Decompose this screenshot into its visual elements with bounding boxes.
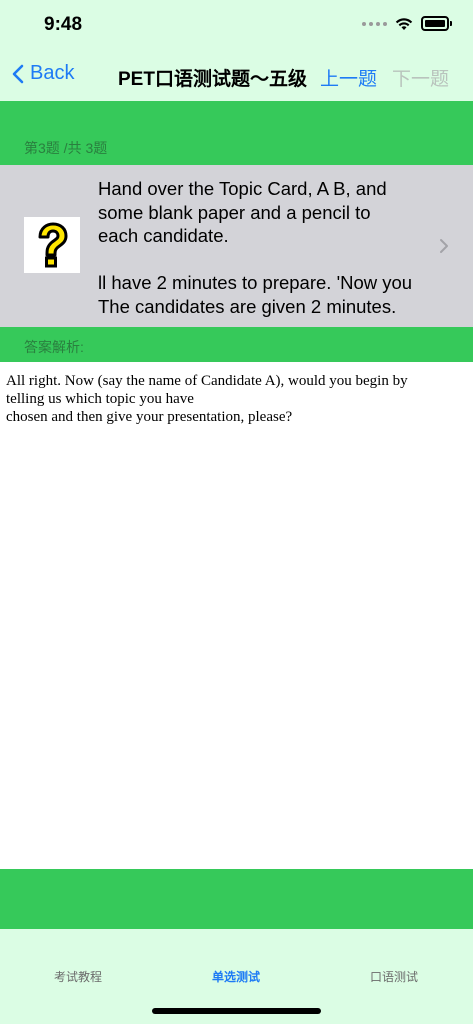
navigation-header: 9:48 Back PET口语测试题～五级 上一题 下一题 xyxy=(0,0,473,101)
next-question-button[interactable]: 下一题 xyxy=(392,64,449,91)
footer-band xyxy=(0,869,473,929)
back-label: Back xyxy=(30,62,75,84)
answer-line: telling us which topic you have xyxy=(6,391,194,407)
question-line: each candidate. xyxy=(98,225,229,246)
answer-text: All right. Now (say the name of Candidat… xyxy=(6,372,466,426)
home-indicator xyxy=(152,1008,321,1014)
answer-line: chosen and then give your presentation, … xyxy=(6,409,293,425)
page-title: PET口语测试题～五级 xyxy=(118,69,307,90)
battery-icon xyxy=(421,16,452,31)
chevron-left-icon xyxy=(12,64,24,83)
answer-label: 答案解析: xyxy=(24,339,84,355)
previous-question-button[interactable]: 上一题 xyxy=(320,64,377,91)
question-line: The candidates are given 2 minutes. xyxy=(98,295,397,317)
chevron-right-icon xyxy=(440,239,448,253)
wifi-icon xyxy=(395,17,413,30)
question-mark-icon xyxy=(24,217,80,273)
status-time: 9:48 xyxy=(44,14,83,35)
question-counter: 第3题 /共 3题 xyxy=(24,140,108,156)
signal-icon xyxy=(362,21,387,26)
question-line: ll have 2 minutes to prepare. 'Now you xyxy=(98,272,413,293)
question-cell[interactable]: Hand over the Topic Card, A B, and some … xyxy=(0,165,473,327)
tab-single-choice[interactable]: 单选测试 xyxy=(186,968,286,985)
question-text: Hand over the Topic Card, A B, and some … xyxy=(98,177,436,318)
tab-oral-test[interactable]: 口语测试 xyxy=(344,968,444,985)
question-line: Hand over the Topic Card, A B, and xyxy=(98,178,387,199)
back-button[interactable]: Back xyxy=(12,62,74,85)
answer-line: All right. Now (say the name of Candidat… xyxy=(6,373,408,389)
question-line: some blank paper and a pencil to xyxy=(98,201,371,223)
status-icons xyxy=(362,16,452,31)
tab-exam-tutorial[interactable]: 考试教程 xyxy=(28,968,128,985)
